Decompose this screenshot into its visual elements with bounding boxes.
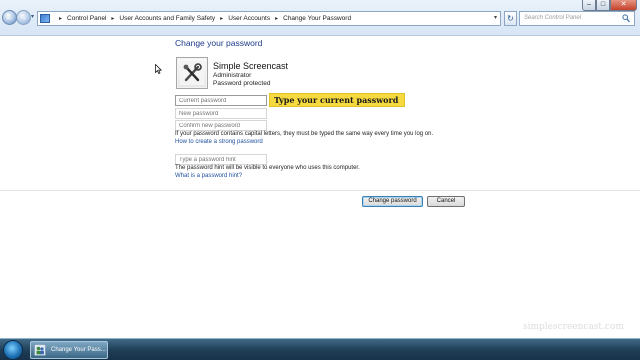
user-password-status: Password protected [213, 80, 271, 87]
taskbar-item-label: Change Your Pass... [51, 347, 106, 353]
mouse-cursor-icon [155, 64, 162, 74]
change-password-button[interactable]: Change password [362, 196, 423, 207]
user-account-picture [176, 57, 208, 89]
breadcrumb-item-user-accounts[interactable]: User Accounts [228, 15, 270, 22]
breadcrumb-item-change-your-password[interactable]: Change Your Password [283, 15, 351, 22]
refresh-icon: ↻ [507, 14, 514, 23]
breadcrumb-separator-icon[interactable]: ▸ [275, 15, 278, 22]
divider [0, 190, 640, 191]
address-dropdown-icon[interactable]: ▾ [494, 14, 497, 21]
minimize-button[interactable]: – [582, 0, 596, 11]
strong-password-link[interactable]: How to create a strong password [175, 139, 263, 145]
close-button[interactable]: ✕ [610, 0, 637, 11]
refresh-button[interactable]: ↻ [504, 11, 517, 26]
address-bar: ← → ▾ ▸ Control Panel ▸ User Accounts an… [0, 0, 640, 36]
password-hint-help-link[interactable]: What is a password hint? [175, 173, 242, 179]
page-title: Change your password [175, 38, 263, 48]
confirm-password-field[interactable] [175, 120, 267, 131]
taskbar-item-change-your-password[interactable]: Change Your Pass... [30, 341, 108, 359]
back-button[interactable]: ← [2, 10, 17, 25]
breadcrumb-separator-icon[interactable]: ▸ [220, 15, 223, 22]
control-panel-icon [40, 14, 50, 23]
user-accounts-icon [34, 344, 46, 356]
breadcrumb-separator-icon[interactable]: ▸ [111, 15, 114, 22]
windows-start-icon[interactable] [3, 340, 23, 360]
capital-letters-note: If your password contains capital letter… [175, 131, 434, 137]
search-icon[interactable] [622, 14, 630, 23]
breadcrumb-item-user-accounts-family-safety[interactable]: User Accounts and Family Safety [119, 15, 215, 22]
instruction-callout: Type your current password [269, 93, 405, 107]
window-controls: – □ ✕ [582, 0, 637, 12]
search-placeholder: Search Control Panel [524, 15, 582, 21]
hint-visibility-note: The password hint will be visible to eve… [175, 165, 360, 171]
search-input[interactable]: Search Control Panel [519, 11, 635, 26]
forward-button[interactable]: → [16, 10, 31, 25]
forward-arrow-icon: → [19, 12, 28, 22]
back-arrow-icon: ← [5, 12, 14, 22]
user-role: Administrator [213, 72, 252, 79]
maximize-button[interactable]: □ [596, 0, 610, 11]
breadcrumb[interactable]: ▸ Control Panel ▸ User Accounts and Fami… [37, 11, 501, 26]
taskbar: Change Your Pass... [0, 338, 640, 360]
tools-picture-icon [180, 61, 204, 85]
breadcrumb-separator-icon[interactable]: ▸ [59, 15, 62, 22]
chevron-down-icon: ▾ [31, 14, 35, 20]
user-name: Simple Screencast [213, 61, 289, 71]
new-password-field[interactable] [175, 108, 267, 119]
cancel-button[interactable]: Cancel [427, 196, 465, 207]
current-password-field[interactable] [175, 95, 267, 106]
breadcrumb-item-control-panel[interactable]: Control Panel [67, 15, 106, 22]
password-hint-field[interactable] [175, 154, 267, 165]
watermark-text: simplescreencast.com [523, 322, 624, 332]
